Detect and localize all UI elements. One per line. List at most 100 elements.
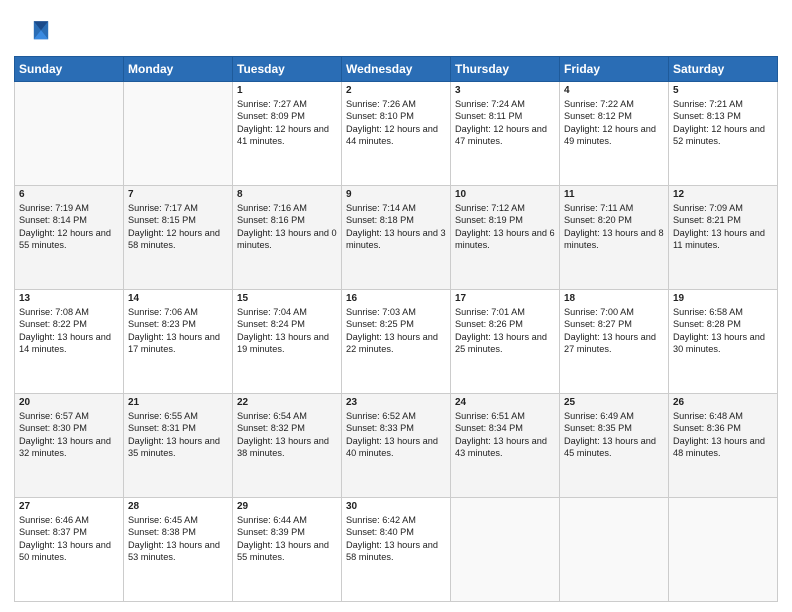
day-content: Sunrise: 6:49 AMSunset: 8:35 PMDaylight:… [564,410,664,460]
calendar-cell: 10 Sunrise: 7:12 AMSunset: 8:19 PMDayligh… [451,186,560,290]
weekday-header-wednesday: Wednesday [342,57,451,82]
day-number: 15 [237,293,337,304]
day-number: 28 [128,501,228,512]
day-content: Sunrise: 7:14 AMSunset: 8:18 PMDaylight:… [346,202,446,252]
weekday-header-sunday: Sunday [15,57,124,82]
calendar-cell: 30 Sunrise: 6:42 AMSunset: 8:40 PMDayligh… [342,498,451,602]
weekday-header-friday: Friday [560,57,669,82]
day-number: 10 [455,189,555,200]
day-number: 12 [673,189,773,200]
day-number: 19 [673,293,773,304]
day-content: Sunrise: 6:45 AMSunset: 8:38 PMDaylight:… [128,514,228,564]
calendar-cell: 8Sunrise: 7:16 AMSunset: 8:16 PMDaylight… [233,186,342,290]
calendar-cell: 13 Sunrise: 7:08 AMSunset: 8:22 PMDayligh… [15,290,124,394]
weekday-header-thursday: Thursday [451,57,560,82]
calendar-cell: 23 Sunrise: 6:52 AMSunset: 8:33 PMDayligh… [342,394,451,498]
day-content: Sunrise: 7:24 AMSunset: 8:11 PMDaylight:… [455,98,555,148]
calendar-cell: 21 Sunrise: 6:55 AMSunset: 8:31 PMDayligh… [124,394,233,498]
calendar-cell: 12 Sunrise: 7:09 AMSunset: 8:21 PMDayligh… [669,186,778,290]
day-content: Sunrise: 7:11 AMSunset: 8:20 PMDaylight:… [564,202,664,252]
day-content: Sunrise: 7:01 AMSunset: 8:26 PMDaylight:… [455,306,555,356]
calendar-cell: 18 Sunrise: 7:00 AMSunset: 8:27 PMDayligh… [560,290,669,394]
day-number: 11 [564,189,664,200]
calendar-cell: 19 Sunrise: 6:58 AMSunset: 8:28 PMDayligh… [669,290,778,394]
day-content: Sunrise: 6:51 AMSunset: 8:34 PMDaylight:… [455,410,555,460]
day-content: Sunrise: 6:44 AMSunset: 8:39 PMDaylight:… [237,514,337,564]
day-content: Sunrise: 7:03 AMSunset: 8:25 PMDaylight:… [346,306,446,356]
calendar-cell: 9 Sunrise: 7:14 AMSunset: 8:18 PMDaylight… [342,186,451,290]
calendar-cell: 26 Sunrise: 6:48 AMSunset: 8:36 PMDayligh… [669,394,778,498]
day-content: Sunrise: 7:06 AMSunset: 8:23 PMDaylight:… [128,306,228,356]
day-content: Sunrise: 6:46 AMSunset: 8:37 PMDaylight:… [19,514,119,564]
day-number: 29 [237,501,337,512]
day-number: 1 [237,85,337,96]
day-number: 17 [455,293,555,304]
calendar-cell: 25Sunrise: 6:49 AMSunset: 8:35 PMDayligh… [560,394,669,498]
day-content: Sunrise: 6:48 AMSunset: 8:36 PMDaylight:… [673,410,773,460]
header [14,10,778,50]
day-content: Sunrise: 6:58 AMSunset: 8:28 PMDaylight:… [673,306,773,356]
day-number: 24 [455,397,555,408]
calendar-cell [451,498,560,602]
calendar-cell: 20 Sunrise: 6:57 AMSunset: 8:30 PMDayligh… [15,394,124,498]
day-number: 16 [346,293,446,304]
calendar-cell: 28 Sunrise: 6:45 AMSunset: 8:38 PMDayligh… [124,498,233,602]
day-number: 9 [346,189,446,200]
day-number: 26 [673,397,773,408]
calendar-cell: 27 Sunrise: 6:46 AMSunset: 8:37 PMDayligh… [15,498,124,602]
calendar-cell: 6 Sunrise: 7:19 AMSunset: 8:14 PMDaylight… [15,186,124,290]
day-number: 6 [19,189,119,200]
calendar-cell [124,82,233,186]
calendar-cell: 17 Sunrise: 7:01 AMSunset: 8:26 PMDayligh… [451,290,560,394]
day-content: Sunrise: 7:21 AMSunset: 8:13 PMDaylight:… [673,98,773,148]
day-content: Sunrise: 7:12 AMSunset: 8:19 PMDaylight:… [455,202,555,252]
day-content: Sunrise: 7:09 AMSunset: 8:21 PMDaylight:… [673,202,773,252]
day-content: Sunrise: 6:52 AMSunset: 8:33 PMDaylight:… [346,410,446,460]
calendar-cell [669,498,778,602]
day-number: 7 [128,189,228,200]
calendar-cell: 15 Sunrise: 7:04 AMSunset: 8:24 PMDayligh… [233,290,342,394]
day-content: Sunrise: 7:04 AMSunset: 8:24 PMDaylight:… [237,306,337,356]
day-number: 30 [346,501,446,512]
day-content: Sunrise: 6:42 AMSunset: 8:40 PMDaylight:… [346,514,446,564]
day-content: Sunrise: 7:19 AMSunset: 8:14 PMDaylight:… [19,202,119,252]
day-number: 13 [19,293,119,304]
calendar: SundayMondayTuesdayWednesdayThursdayFrid… [14,56,778,602]
calendar-cell: 29 Sunrise: 6:44 AMSunset: 8:39 PMDayligh… [233,498,342,602]
day-content: Sunrise: 7:17 AMSunset: 8:15 PMDaylight:… [128,202,228,252]
day-content: Sunrise: 7:08 AMSunset: 8:22 PMDaylight:… [19,306,119,356]
day-content: Sunrise: 6:55 AMSunset: 8:31 PMDaylight:… [128,410,228,460]
day-content: Sunrise: 7:27 AMSunset: 8:09 PMDaylight:… [237,98,337,148]
weekday-header-saturday: Saturday [669,57,778,82]
calendar-cell [560,498,669,602]
calendar-cell: 11 Sunrise: 7:11 AMSunset: 8:20 PMDayligh… [560,186,669,290]
day-content: Sunrise: 7:16 AMSunset: 8:16 PMDaylight:… [237,202,337,252]
calendar-cell: 5 Sunrise: 7:21 AMSunset: 8:13 PMDaylight… [669,82,778,186]
day-content: Sunrise: 7:22 AMSunset: 8:12 PMDaylight:… [564,98,664,148]
calendar-cell: 22 Sunrise: 6:54 AMSunset: 8:32 PMDayligh… [233,394,342,498]
weekday-header-monday: Monday [124,57,233,82]
calendar-cell: 14 Sunrise: 7:06 AMSunset: 8:23 PMDayligh… [124,290,233,394]
day-number: 18 [564,293,664,304]
calendar-cell: 2 Sunrise: 7:26 AMSunset: 8:10 PMDaylight… [342,82,451,186]
day-content: Sunrise: 6:57 AMSunset: 8:30 PMDaylight:… [19,410,119,460]
day-number: 27 [19,501,119,512]
logo [14,14,54,50]
day-number: 23 [346,397,446,408]
calendar-cell [15,82,124,186]
day-content: Sunrise: 6:54 AMSunset: 8:32 PMDaylight:… [237,410,337,460]
day-number: 5 [673,85,773,96]
day-number: 20 [19,397,119,408]
generalblue-icon [14,14,50,50]
day-number: 2 [346,85,446,96]
weekday-header-tuesday: Tuesday [233,57,342,82]
calendar-cell: 3Sunrise: 7:24 AMSunset: 8:11 PMDaylight… [451,82,560,186]
calendar-cell: 1 Sunrise: 7:27 AMSunset: 8:09 PMDaylight… [233,82,342,186]
day-number: 14 [128,293,228,304]
day-content: Sunrise: 7:26 AMSunset: 8:10 PMDaylight:… [346,98,446,148]
day-number: 21 [128,397,228,408]
day-number: 22 [237,397,337,408]
page: SundayMondayTuesdayWednesdayThursdayFrid… [0,0,792,612]
day-content: Sunrise: 7:00 AMSunset: 8:27 PMDaylight:… [564,306,664,356]
calendar-cell: 7 Sunrise: 7:17 AMSunset: 8:15 PMDaylight… [124,186,233,290]
